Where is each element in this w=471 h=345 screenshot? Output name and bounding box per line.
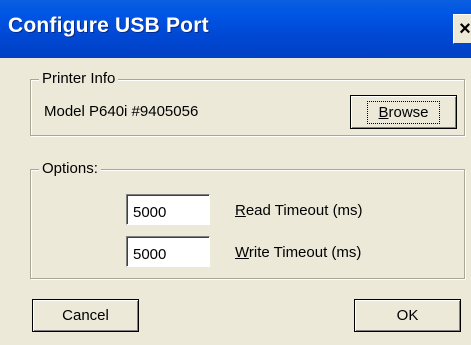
options-group: Options:: [30, 160, 465, 279]
browse-label-rest: rowse: [388, 103, 429, 121]
write-timeout-input[interactable]: [126, 236, 210, 267]
title-bar[interactable]: Configure USB Port ×: [0, 0, 471, 58]
browse-mnemonic: B: [378, 103, 389, 121]
options-legend: Options:: [39, 160, 101, 177]
browse-button[interactable]: Browse: [350, 95, 457, 129]
printer-model-text: Model P640i #9405056: [44, 103, 199, 120]
ok-button-label: OK: [396, 307, 419, 324]
read-timeout-mnemonic: R: [235, 202, 246, 219]
write-timeout-label: Write Timeout (ms): [235, 244, 361, 261]
dialog-title: Configure USB Port: [8, 14, 209, 37]
cancel-button[interactable]: Cancel: [32, 299, 139, 332]
read-timeout-label-rest: ead Timeout (ms): [245, 202, 363, 219]
write-timeout-mnemonic: W: [235, 244, 249, 261]
printer-info-legend: Printer Info: [39, 70, 119, 87]
cancel-button-label: Cancel: [62, 307, 109, 324]
configure-usb-port-dialog: Configure USB Port × Printer Info Model …: [0, 0, 471, 345]
write-timeout-label-rest: rite Timeout (ms): [248, 244, 362, 261]
ok-button[interactable]: OK: [354, 299, 461, 332]
close-icon: ×: [459, 17, 471, 40]
read-timeout-label: Read Timeout (ms): [235, 202, 363, 219]
close-button[interactable]: ×: [453, 14, 471, 44]
read-timeout-input[interactable]: [126, 194, 210, 225]
